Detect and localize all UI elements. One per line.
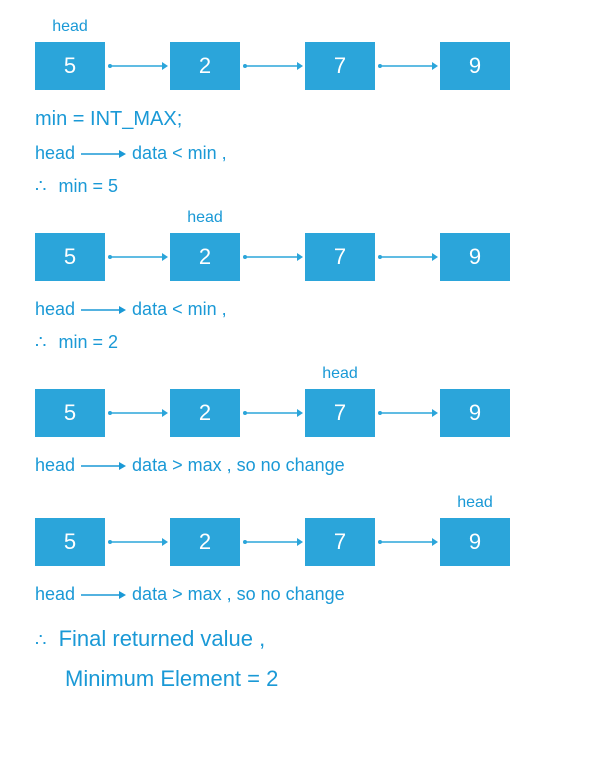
list-node: 5 xyxy=(35,389,105,437)
arrow-icon xyxy=(240,42,305,90)
head-label-row-1: head xyxy=(35,18,560,36)
arrow-icon xyxy=(105,233,170,281)
arrow-icon xyxy=(375,518,440,566)
list-node: 9 xyxy=(440,233,510,281)
list-node: 7 xyxy=(305,389,375,437)
list-node: 2 xyxy=(170,518,240,566)
arrow-icon xyxy=(240,233,305,281)
comparison-line-3: head data > max , so no change xyxy=(35,455,560,476)
final-result: ∴ Final returned value , Minimum Element… xyxy=(35,619,560,698)
arrow-icon xyxy=(240,518,305,566)
step-1: head 5 2 7 9 min = INT_MAX; head data < … xyxy=(35,18,560,197)
linked-list-2: 5 2 7 9 xyxy=(35,233,560,281)
list-node: 2 xyxy=(170,233,240,281)
head-label-row-4: head xyxy=(35,494,560,512)
head-text: head xyxy=(35,143,75,164)
list-node: 5 xyxy=(35,518,105,566)
comparison-line-2: head data < min , xyxy=(35,299,560,320)
list-node: 9 xyxy=(440,389,510,437)
comparison-text: data > max , so no change xyxy=(132,584,345,605)
therefore-symbol: ∴ xyxy=(35,176,46,197)
arrow-icon xyxy=(105,389,170,437)
arrow-icon xyxy=(81,305,126,315)
list-node: 7 xyxy=(305,233,375,281)
therefore-symbol: ∴ xyxy=(35,630,46,650)
comparison-text: data < min , xyxy=(132,299,227,320)
comparison-line-4: head data > max , so no change xyxy=(35,584,560,605)
init-statement: min = INT_MAX; xyxy=(35,108,560,131)
head-text: head xyxy=(35,299,75,320)
head-text: head xyxy=(35,584,75,605)
final-text-1: Final returned value , xyxy=(59,626,266,651)
comparison-line-1: head data < min , xyxy=(35,143,560,164)
head-label-row-3: head xyxy=(35,365,560,383)
final-line-2: Minimum Element = 2 xyxy=(35,659,560,699)
list-node: 9 xyxy=(440,518,510,566)
therefore-symbol: ∴ xyxy=(35,332,46,353)
linked-list-1: 5 2 7 9 xyxy=(35,42,560,90)
arrow-icon xyxy=(375,389,440,437)
head-label: head xyxy=(440,494,510,512)
head-label: head xyxy=(170,209,240,227)
result-text: min = 2 xyxy=(58,332,118,353)
arrow-icon xyxy=(375,233,440,281)
result-line-1: ∴ min = 5 xyxy=(35,176,560,197)
list-node: 7 xyxy=(305,42,375,90)
arrow-icon xyxy=(81,590,126,600)
final-line-1: ∴ Final returned value , xyxy=(35,619,560,659)
result-text: min = 5 xyxy=(58,176,118,197)
comparison-text: data < min , xyxy=(132,143,227,164)
arrow-icon xyxy=(81,149,126,159)
list-node: 9 xyxy=(440,42,510,90)
list-node: 2 xyxy=(170,42,240,90)
arrow-icon xyxy=(81,461,126,471)
head-label: head xyxy=(305,365,375,383)
head-label: head xyxy=(35,18,105,36)
arrow-icon xyxy=(375,42,440,90)
step-4: head 5 2 7 9 head data > max , so no cha… xyxy=(35,494,560,605)
linked-list-4: 5 2 7 9 xyxy=(35,518,560,566)
result-line-2: ∴ min = 2 xyxy=(35,332,560,353)
arrow-icon xyxy=(105,518,170,566)
list-node: 2 xyxy=(170,389,240,437)
step-3: head 5 2 7 9 head data > max , so no cha… xyxy=(35,365,560,476)
list-node: 5 xyxy=(35,233,105,281)
list-node: 5 xyxy=(35,42,105,90)
step-2: head 5 2 7 9 head data < min , ∴ min = 2 xyxy=(35,209,560,353)
list-node: 7 xyxy=(305,518,375,566)
head-text: head xyxy=(35,455,75,476)
comparison-text: data > max , so no change xyxy=(132,455,345,476)
arrow-icon xyxy=(105,42,170,90)
arrow-icon xyxy=(240,389,305,437)
head-label-row-2: head xyxy=(35,209,560,227)
linked-list-3: 5 2 7 9 xyxy=(35,389,560,437)
